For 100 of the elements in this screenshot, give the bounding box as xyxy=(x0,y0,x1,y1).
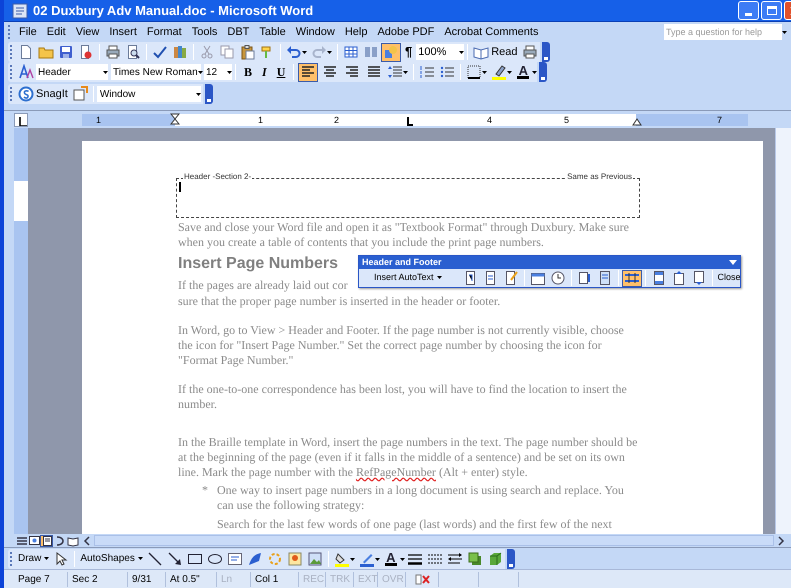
clock-icon xyxy=(550,270,566,286)
dropdown-caret-icon xyxy=(138,556,143,560)
styles-icon[interactable] xyxy=(18,64,34,80)
toolbar-button[interactable] xyxy=(622,270,642,286)
window-title: 02 Duxbury Adv Manual.doc - Microsoft Word xyxy=(33,2,314,20)
clip-art-icon[interactable] xyxy=(286,550,303,566)
italic-button[interactable]: I xyxy=(257,63,272,81)
ruler-number: 2 xyxy=(334,114,340,126)
menu-item[interactable]: Help xyxy=(340,24,372,40)
menu-item[interactable]: Acrobat Comments xyxy=(439,24,544,40)
maximize-button[interactable] xyxy=(761,1,782,20)
highlighter-icon[interactable] xyxy=(491,64,508,80)
menu-item[interactable]: View xyxy=(70,24,104,40)
menu-item[interactable]: File xyxy=(14,24,42,40)
restricted-page-icon[interactable] xyxy=(78,44,94,60)
books-icon[interactable] xyxy=(172,44,188,60)
line-spacing-icon[interactable] xyxy=(387,64,404,80)
line-icon[interactable] xyxy=(146,550,163,566)
scroll-left-icon[interactable] xyxy=(83,536,91,546)
numbering-icon[interactable] xyxy=(419,64,436,80)
align-left-button[interactable] xyxy=(298,62,318,82)
tab-selector-button[interactable] xyxy=(14,113,28,127)
underline-button[interactable]: U xyxy=(272,63,290,81)
clipboard-icon[interactable] xyxy=(239,44,255,60)
font-color-button[interactable]: A xyxy=(382,552,400,566)
indent-marker-icon[interactable] xyxy=(170,113,180,125)
toolbar-options-button[interactable] xyxy=(539,62,548,82)
menu-item[interactable]: Tools xyxy=(186,24,222,40)
arrow-style-icon[interactable] xyxy=(446,550,463,566)
new-page-icon[interactable] xyxy=(18,44,34,60)
paragraph: Save and close your Word file and open it as "Textbook Format" through Duxbury. Make sure when you create a table of contents that you include the print page numbers. xyxy=(178,220,630,250)
scroll-right-icon[interactable] xyxy=(777,536,785,546)
help-search-field[interactable]: Type a question for help xyxy=(664,24,782,40)
bullets-icon[interactable] xyxy=(439,64,456,80)
menu-item[interactable]: Window xyxy=(290,24,340,40)
zoom-dropdown[interactable]: 100% xyxy=(416,44,464,60)
status-text: Col 1 xyxy=(255,572,278,586)
paragraph: In Word, go to View > Header and Footer. If the page number is not currently visible, choose the icon for "Insert Page Number." Set the correct page number by choosing the icon for "Format Page Number." xyxy=(178,323,625,368)
normal-view-button[interactable] xyxy=(14,534,27,546)
border-icon[interactable] xyxy=(466,64,482,80)
fill-bucket-icon[interactable] xyxy=(334,550,350,566)
wordart-icon[interactable] xyxy=(246,550,263,566)
drawing-toggle-button[interactable] xyxy=(381,42,401,62)
list-item-text: Search for the last few words of one page (last words) and the first few of the next xyxy=(217,517,612,532)
table-icon[interactable] xyxy=(343,44,359,60)
font-dropdown[interactable]: Times New Roman xyxy=(111,64,201,80)
horizontal-scrollbar[interactable] xyxy=(94,535,774,546)
font-size-dropdown[interactable]: 12 xyxy=(204,64,232,80)
menu-item[interactable]: Insert xyxy=(104,24,142,40)
bold-button[interactable]: B xyxy=(239,63,258,81)
picture-icon[interactable] xyxy=(306,550,323,566)
draw-menu-button[interactable]: Draw xyxy=(16,551,52,566)
shadow-icon[interactable] xyxy=(466,550,483,566)
save-icon[interactable] xyxy=(58,44,74,60)
shapes-icon xyxy=(383,44,399,60)
snagit-button[interactable]: SnagIt xyxy=(16,86,70,102)
style-dropdown[interactable]: Header xyxy=(36,64,108,80)
align-justify-icon xyxy=(366,64,382,80)
printer-icon[interactable] xyxy=(105,44,121,60)
spelling-check-icon[interactable] xyxy=(152,44,168,60)
bullet-marker: * xyxy=(202,483,209,499)
arrow-icon[interactable] xyxy=(166,550,183,566)
status-text: EXT xyxy=(358,572,378,586)
autoshapes-menu-button[interactable]: AutoShapes xyxy=(78,551,145,566)
insert-autotext-button[interactable]: Insert AutoText xyxy=(371,271,445,285)
text-line: If the pages are already laid out cor xyxy=(178,278,348,293)
menu-item[interactable]: Adobe PDF xyxy=(372,24,440,40)
menu-item[interactable]: Table xyxy=(254,24,291,40)
status-text: TRK xyxy=(330,572,350,586)
tab-stop-marker-icon[interactable] xyxy=(404,115,414,127)
capture-mode-dropdown[interactable]: Window xyxy=(96,86,201,102)
status-text: Sec 2 xyxy=(72,572,98,586)
normal-view-icon xyxy=(14,534,26,546)
menu-item[interactable]: Edit xyxy=(42,24,71,40)
dropdown-caret-icon xyxy=(436,276,442,280)
toolbar-options-button[interactable] xyxy=(542,42,550,62)
minimize-button[interactable] xyxy=(738,1,759,20)
print-preview-icon[interactable] xyxy=(125,44,141,60)
web-view-button[interactable] xyxy=(27,534,40,546)
web-view-icon xyxy=(28,534,40,546)
status-text: At 0.5" xyxy=(170,572,200,586)
print-layout-button[interactable] xyxy=(40,534,53,546)
text-line: sure that the proper page number is inserted in the header or footer. xyxy=(178,294,500,309)
menu-item[interactable]: Format xyxy=(142,24,187,40)
toolbar-options-button[interactable] xyxy=(506,548,515,568)
paragraph: If the one-to-one correspondence has been lost, you will have to find the location to insert the number. xyxy=(178,382,628,412)
undo-icon[interactable] xyxy=(286,44,302,60)
text-box-icon[interactable] xyxy=(226,550,243,566)
toolbar-menu-caret-icon[interactable] xyxy=(729,260,737,266)
align-right-icon xyxy=(344,64,360,80)
font-color-button[interactable]: A xyxy=(514,65,532,79)
close-toolbar-button[interactable]: Close xyxy=(716,271,743,285)
show-formatting-button[interactable]: ¶ xyxy=(401,42,416,62)
status-text: REC xyxy=(303,572,324,586)
text-cursor xyxy=(179,182,181,192)
menu-item[interactable]: DBT xyxy=(222,24,254,40)
toolbar-options-button[interactable] xyxy=(204,84,213,104)
vertical-scrollbar[interactable] xyxy=(775,128,791,534)
read-button[interactable]: Read xyxy=(471,44,520,60)
capture-icon[interactable] xyxy=(72,86,88,102)
